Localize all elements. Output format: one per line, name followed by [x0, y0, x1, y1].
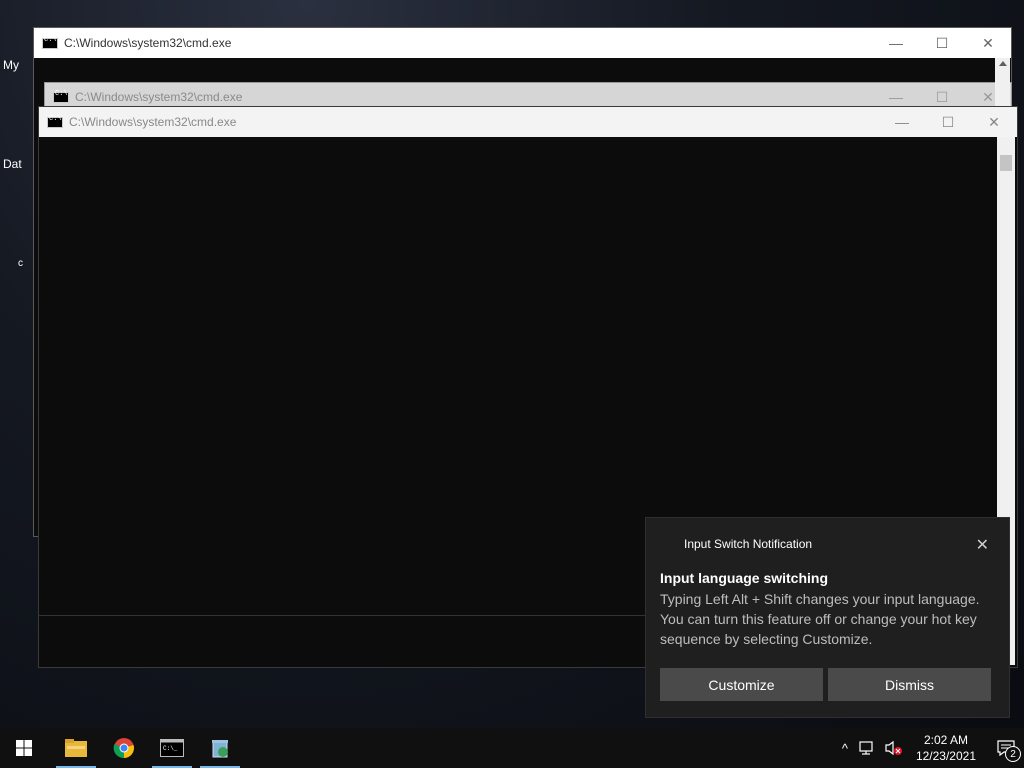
window-title: C:\Windows\system32\cmd.exe: [75, 90, 243, 104]
minimize-button[interactable]: —: [873, 28, 919, 58]
window-title: C:\Windows\system32\cmd.exe: [69, 115, 237, 129]
window-titlebar[interactable]: C:\Windows\system32\cmd.exe — ☐ ✕: [39, 107, 1017, 137]
clock-time: 2:02 AM: [923, 733, 968, 747]
notification-heading: Input language switching: [660, 570, 828, 586]
taskbar: C:\_ ^ 2:02 AM 12/23/2021 2: [0, 728, 1024, 768]
cmd-app-icon: [53, 90, 69, 103]
taskbar-command-prompt[interactable]: C:\_: [148, 728, 196, 768]
windows-logo-icon: [16, 740, 32, 756]
system-tray: ^ 2:02 AM 12/23/2021 2: [836, 728, 1024, 768]
start-button[interactable]: [0, 728, 48, 768]
taskbar-file-explorer[interactable]: [52, 728, 100, 768]
cmd-app-icon: [42, 36, 58, 49]
recycle-app-icon: [212, 740, 228, 758]
taskbar-clock[interactable]: 2:02 AM 12/23/2021: [916, 732, 976, 764]
window-titlebar[interactable]: C:\Windows\system32\cmd.exe — ☐ ✕: [34, 28, 1011, 58]
notification-app-title: Input Switch Notification: [684, 537, 813, 551]
command-prompt-icon: C:\_: [160, 739, 184, 757]
action-center-button[interactable]: 2: [988, 728, 1024, 768]
volume-muted-icon[interactable]: [884, 740, 904, 756]
taskbar-app-4[interactable]: [196, 728, 244, 768]
back-window-scrollbar[interactable]: [995, 58, 1010, 106]
desktop-icon-label-1[interactable]: My: [3, 58, 19, 72]
notification-body: Typing Left Alt + Shift changes your inp…: [660, 591, 980, 647]
close-button[interactable]: ✕: [965, 28, 1011, 58]
notification-count-badge: 2: [1005, 746, 1021, 762]
show-hidden-icons-chevron-icon[interactable]: ^: [836, 741, 854, 756]
taskbar-chrome[interactable]: [100, 728, 148, 768]
network-icon[interactable]: [858, 740, 876, 756]
minimize-button[interactable]: —: [879, 107, 925, 137]
dismiss-button[interactable]: Dismiss: [828, 668, 991, 701]
chrome-icon: [113, 738, 134, 759]
scroll-thumb[interactable]: [1000, 155, 1012, 171]
maximize-button[interactable]: ☐: [919, 28, 965, 58]
file-explorer-icon: [65, 739, 87, 757]
svg-text:C:\_: C:\_: [163, 745, 178, 752]
close-icon[interactable]: ✕: [976, 535, 989, 555]
input-switch-notification[interactable]: Input Switch Notification ✕ Input langua…: [645, 517, 1010, 718]
scroll-up-arrow-icon[interactable]: [999, 61, 1007, 66]
cmd-app-icon: [47, 115, 63, 128]
close-button[interactable]: ✕: [971, 107, 1017, 137]
customize-button[interactable]: Customize: [660, 668, 823, 701]
desktop-icon-label-3[interactable]: c: [18, 258, 23, 269]
window-title: C:\Windows\system32\cmd.exe: [64, 36, 232, 50]
maximize-button[interactable]: ☐: [925, 107, 971, 137]
desktop-icon-label-2[interactable]: Dat: [3, 157, 22, 171]
clock-date: 12/23/2021: [915, 749, 976, 763]
